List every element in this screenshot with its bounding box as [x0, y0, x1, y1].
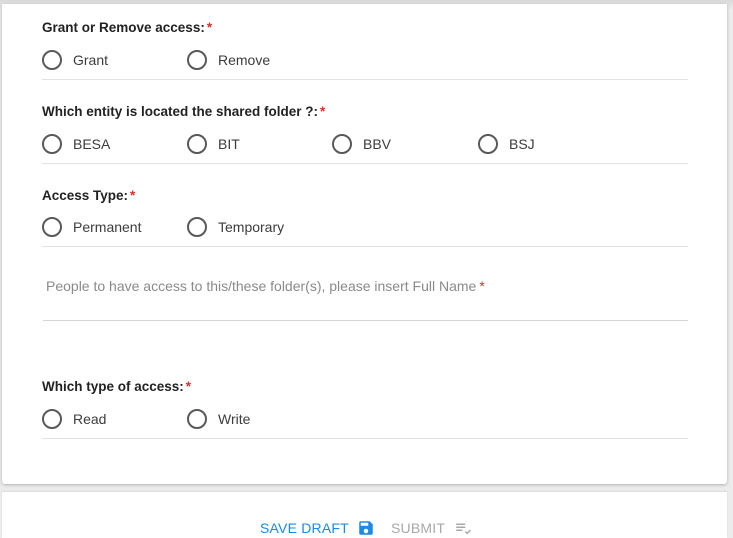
question-type-of-access: Which type of access: * Read Write: [42, 354, 688, 439]
radio-option-bit[interactable]: BIT: [187, 133, 240, 155]
option-label: Grant: [73, 52, 109, 68]
required-asterisk: *: [479, 278, 485, 294]
question-label: Grant or Remove access: *: [42, 20, 212, 35]
playlist-check-icon: [453, 519, 473, 537]
radio-button[interactable]: [42, 409, 62, 429]
question-label: Access Type: *: [42, 188, 135, 203]
radio-button[interactable]: [187, 50, 207, 70]
required-asterisk: *: [130, 188, 136, 203]
radio-button[interactable]: [478, 134, 498, 154]
save-draft-label: SAVE DRAFT: [260, 520, 349, 536]
question-text: Grant or Remove access:: [42, 20, 205, 35]
required-asterisk: *: [206, 20, 213, 35]
radio-button[interactable]: [42, 217, 62, 237]
floppy-disk-icon: [357, 519, 375, 537]
placeholder-text: People to have access to this/these fold…: [46, 278, 477, 294]
required-asterisk: *: [320, 104, 326, 119]
question-text: Access Type:: [42, 188, 129, 203]
question-text: Which entity is located the shared folde…: [42, 104, 319, 119]
question-access-type: Access Type: * Permanent Temporary: [42, 164, 688, 247]
option-label: Remove: [218, 52, 271, 68]
option-label: BSJ: [509, 136, 535, 152]
radio-button[interactable]: [332, 134, 352, 154]
radio-button[interactable]: [187, 134, 207, 154]
radio-option-bbv[interactable]: BBV: [332, 133, 391, 155]
radio-option-temporary[interactable]: Temporary: [187, 216, 284, 238]
radio-option-remove[interactable]: Remove: [187, 49, 270, 71]
people-full-name-field[interactable]: People to have access to this/these fold…: [43, 265, 688, 321]
radio-option-read[interactable]: Read: [42, 408, 106, 430]
radio-button[interactable]: [42, 134, 62, 154]
radio-option-bsj[interactable]: BSJ: [478, 133, 535, 155]
option-label: Temporary: [218, 219, 285, 235]
radio-button[interactable]: [187, 409, 207, 429]
option-label: Read: [73, 411, 107, 427]
option-label: BIT: [218, 136, 240, 152]
radio-button[interactable]: [42, 50, 62, 70]
radio-option-grant[interactable]: Grant: [42, 49, 108, 71]
radio-option-besa[interactable]: BESA: [42, 133, 110, 155]
question-label: Which type of access: *: [42, 379, 191, 394]
question-text: Which type of access:: [42, 379, 184, 394]
submit-label: SUBMIT: [391, 520, 446, 536]
question-grant-remove: Grant or Remove access: * Grant Remove: [42, 4, 688, 80]
option-label: BBV: [363, 136, 392, 152]
question-entity: Which entity is located the shared folde…: [42, 80, 688, 164]
form-footer: SAVE DRAFT SUBMIT: [2, 492, 727, 538]
form-card: Grant or Remove access: * Grant Remove Wh…: [2, 4, 727, 484]
option-label: Permanent: [73, 219, 142, 235]
option-label: Write: [218, 411, 251, 427]
submit-button[interactable]: SUBMIT: [391, 519, 473, 537]
radio-option-permanent[interactable]: Permanent: [42, 216, 141, 238]
option-label: BESA: [73, 136, 111, 152]
question-label: Which entity is located the shared folde…: [42, 104, 325, 119]
radio-button[interactable]: [187, 217, 207, 237]
save-draft-button[interactable]: SAVE DRAFT: [260, 519, 375, 537]
required-asterisk: *: [185, 379, 192, 394]
people-field-placeholder: People to have access to this/these fold…: [46, 278, 485, 294]
radio-option-write[interactable]: Write: [187, 408, 250, 430]
